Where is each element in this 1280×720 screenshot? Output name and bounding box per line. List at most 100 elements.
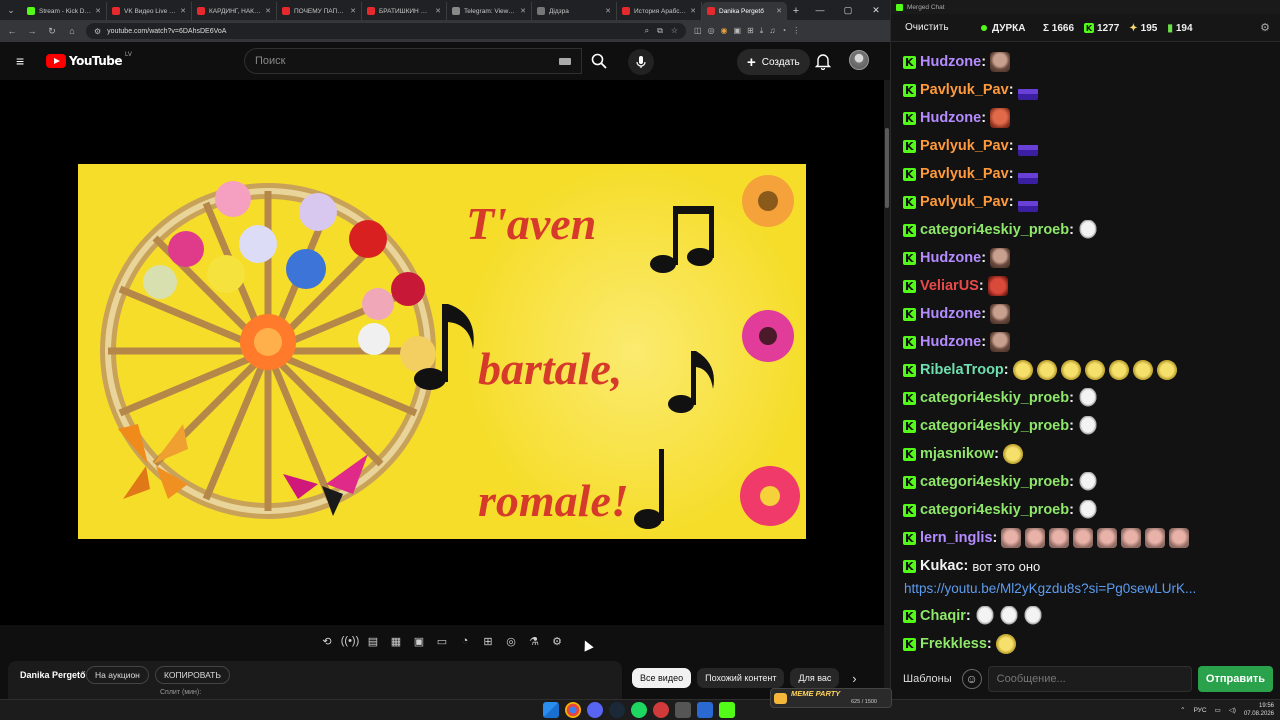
create-button[interactable]: + Создать [737, 49, 810, 75]
message-input[interactable] [987, 666, 1192, 692]
add-icon[interactable]: ⊞ [479, 632, 497, 650]
theater-icon[interactable]: ▭ [433, 632, 451, 650]
clapperboard-icon[interactable]: ▦ [387, 632, 405, 650]
browser-tab[interactable]: Stream - Kick Dash ✕ [22, 2, 107, 20]
language-indicator[interactable]: РУС [1194, 707, 1207, 714]
extension-icon[interactable]: ◎ [708, 26, 715, 36]
app-icon[interactable] [675, 702, 691, 718]
tab-close-icon[interactable]: ✕ [776, 7, 782, 15]
chat-username[interactable]: mjasnikow [920, 446, 994, 462]
templates-button[interactable]: Шаблоны [899, 673, 956, 685]
chat-username[interactable]: Pavlyuk_Pav [920, 166, 1009, 182]
chat-username[interactable]: categori4eskiy_proeb [920, 390, 1069, 406]
screenshot-icon[interactable]: ◎ [502, 632, 520, 650]
picture-in-picture-icon[interactable]: ▣ [410, 632, 428, 650]
network-icon[interactable]: ▭ [1215, 706, 1221, 714]
chat-link[interactable]: https://youtu.be/Ml2yKgzdu8s?si=Pg0sewLU… [904, 581, 1196, 596]
browser-tab[interactable]: Danika Pergető ✕ [702, 2, 787, 20]
copy-button[interactable]: КОПИРОВАТЬ [155, 666, 230, 684]
tab-close-icon[interactable]: ✕ [435, 7, 441, 15]
keyboard-icon[interactable] [559, 58, 571, 65]
browser-tab[interactable]: КАРДИНГ, НАКРУ... ✕ [192, 2, 277, 20]
tab-search-icon[interactable]: ⌄ [0, 0, 22, 20]
chat-username[interactable]: Frekkless [920, 636, 987, 652]
browser-tab[interactable]: Telegram: View @...✕ [447, 2, 532, 20]
address-bar[interactable]: ⚙ youtube.com/watch?v=6DAhsDE6VoA ⌕ ⧉ ☆ [86, 23, 686, 39]
meme-party-widget[interactable]: MEME PARTY 625 / 1500 [770, 688, 892, 708]
chrome-icon[interactable] [565, 702, 581, 718]
search-box[interactable] [244, 48, 582, 74]
chat-username[interactable]: lern_inglis [920, 530, 993, 546]
chat-username[interactable]: VeliarUS [920, 278, 979, 294]
chat-username[interactable]: categori4eskiy_proeb [920, 502, 1069, 518]
tab-close-icon[interactable]: ✕ [690, 7, 696, 15]
loop-icon[interactable]: ⟲ [318, 632, 336, 650]
settings-gear-icon[interactable]: ⚙ [548, 632, 566, 650]
browser-tab[interactable]: Дідзра ✕ [532, 2, 617, 20]
tray-chevron-icon[interactable]: ⌃ [1180, 706, 1185, 714]
browser-tab[interactable]: ПОЧЕМУ ПАПА Т... ✕ [277, 2, 362, 20]
discord-icon[interactable] [587, 702, 603, 718]
clear-button[interactable]: Очистить [895, 18, 959, 37]
browser-tab[interactable]: VK Видео Live — ... ✕ [107, 2, 192, 20]
chip-similar[interactable]: Похожий контент [697, 668, 785, 688]
chat-username[interactable]: Chaqir [920, 608, 966, 624]
app-icon[interactable] [653, 702, 669, 718]
chevron-right-icon[interactable]: › [845, 669, 863, 687]
video-player[interactable]: T'aven bartale, romale! [0, 80, 884, 625]
search-input[interactable] [255, 55, 545, 67]
scrollbar-thumb[interactable] [885, 128, 889, 208]
tab-close-icon[interactable]: ✕ [520, 7, 526, 15]
chat-username[interactable]: Pavlyuk_Pav [920, 194, 1009, 210]
voice-search-button[interactable] [628, 49, 654, 75]
tab-close-icon[interactable]: ✕ [95, 7, 101, 15]
browser-tab[interactable]: БРАТИШКИН СО... ✕ [362, 2, 447, 20]
chip-for-you[interactable]: Для вас [790, 668, 840, 688]
chat-username[interactable]: Hudzone [920, 306, 981, 322]
forward-icon[interactable]: → [26, 26, 38, 36]
extension-icon[interactable]: ◫ [694, 26, 702, 36]
auction-button[interactable]: На аукцион [86, 666, 149, 684]
install-icon[interactable]: ⧉ [657, 26, 663, 36]
flask-icon[interactable]: ⚗ [525, 632, 543, 650]
download-icon[interactable]: ⤓ [760, 26, 764, 36]
send-button[interactable]: Отправить [1197, 666, 1273, 692]
start-windows-icon[interactable] [543, 702, 559, 718]
extension-icon[interactable]: ⊞ [747, 26, 754, 36]
menu-dots-icon[interactable]: ⋮ [792, 26, 800, 36]
steam-icon[interactable] [609, 702, 625, 718]
chat-username[interactable]: RibelaTroop [920, 362, 1004, 378]
notifications-button[interactable] [814, 52, 832, 71]
close-icon[interactable]: ✕ [862, 0, 890, 20]
chat-username[interactable]: Pavlyuk_Pav [920, 138, 1009, 154]
kick-app-icon[interactable] [719, 702, 735, 718]
search-button[interactable] [582, 48, 616, 74]
site-info-icon[interactable]: ⚙ [94, 27, 101, 36]
back-icon[interactable]: ← [6, 26, 18, 36]
tab-close-icon[interactable]: ✕ [605, 7, 611, 15]
maximize-icon[interactable]: ▢ [834, 0, 862, 20]
media-icon[interactable]: ♫ [769, 26, 775, 36]
avatar[interactable] [849, 50, 869, 70]
chat-username[interactable]: Hudzone [920, 250, 981, 266]
chat-username[interactable]: Kukac [920, 558, 964, 574]
clock[interactable]: 19:56 07.08.2026 [1244, 702, 1274, 718]
browser-tab[interactable]: История Арабск... ✕ [617, 2, 702, 20]
subtitles-icon[interactable]: ▤ [364, 632, 382, 650]
app-icon[interactable] [697, 702, 713, 718]
tab-close-icon[interactable]: ✕ [180, 7, 186, 15]
chat-settings-icon[interactable]: ⚙ [1260, 21, 1270, 34]
spotify-icon[interactable] [631, 702, 647, 718]
minimize-icon[interactable]: — [806, 0, 834, 20]
emoji-icon[interactable]: ☺ [961, 669, 982, 689]
tab-close-icon[interactable]: ✕ [265, 7, 271, 15]
reload-icon[interactable]: ↻ [46, 26, 58, 37]
volume-icon[interactable]: ◁) [1229, 706, 1236, 714]
profile-icon[interactable]: ◔ [781, 26, 786, 36]
guide-menu-icon[interactable]: ≡ [16, 53, 30, 69]
chat-username[interactable]: Hudzone [920, 110, 981, 126]
chat-username[interactable]: categori4eskiy_proeb [920, 418, 1069, 434]
chat-username[interactable]: Hudzone [920, 334, 981, 350]
extension-icon[interactable]: ◉ [721, 26, 728, 36]
chat-username[interactable]: Pavlyuk_Pav [920, 82, 1009, 98]
